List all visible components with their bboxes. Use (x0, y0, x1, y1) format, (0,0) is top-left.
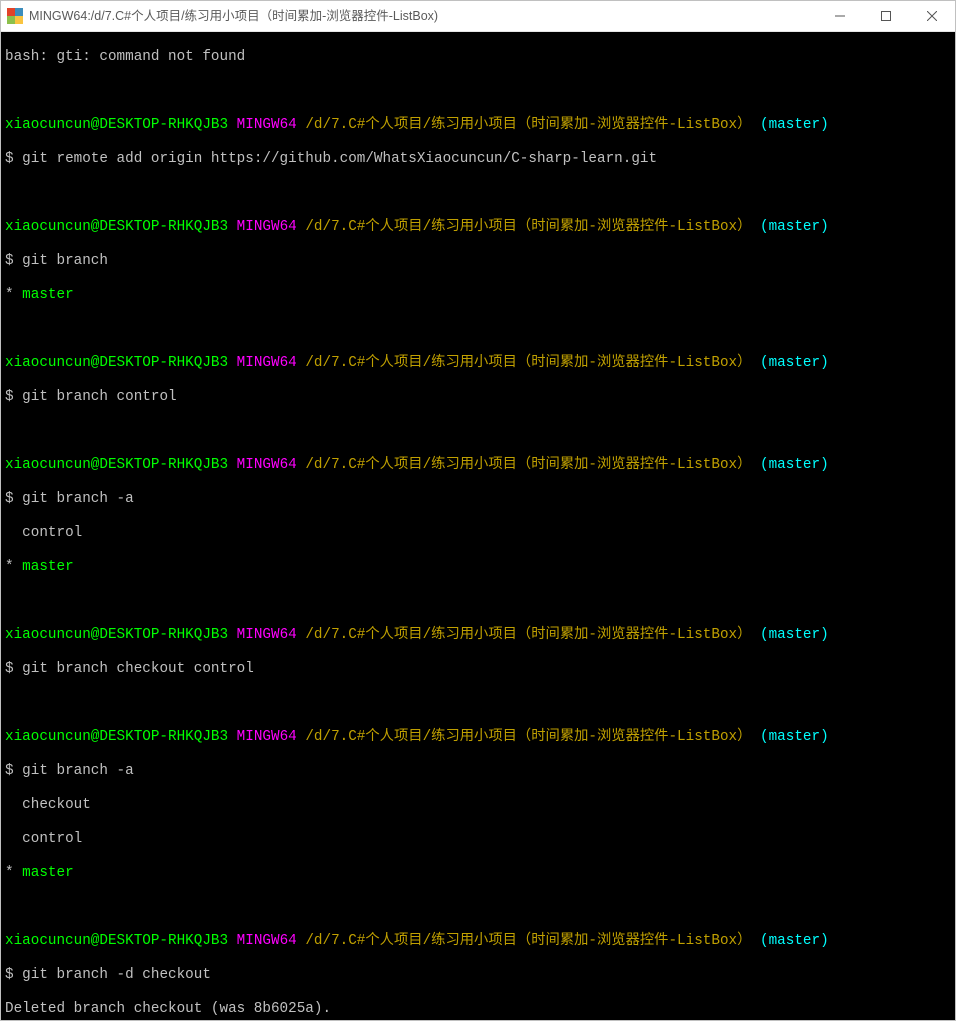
prompt-shell: MINGW64 (237, 355, 297, 371)
window-buttons (817, 1, 955, 31)
command-text: git branch -d checkout (22, 967, 211, 983)
prompt-branch: (master) (760, 219, 829, 235)
prompt-user: xiaocuncun@DESKTOP-RHKQJB3 (5, 457, 228, 473)
branch-current: master (22, 559, 73, 575)
branch-marker: * (5, 865, 22, 881)
maximize-button[interactable] (863, 1, 909, 31)
prompt-user: xiaocuncun@DESKTOP-RHKQJB3 (5, 117, 228, 133)
prompt-dollar: $ (5, 967, 22, 983)
command-text: git branch -a (22, 763, 134, 779)
prompt-shell: MINGW64 (237, 627, 297, 643)
command-text: git branch (22, 253, 108, 269)
prompt-dollar: $ (5, 763, 22, 779)
terminal-output[interactable]: bash: gti: command not found xiaocuncun@… (1, 32, 955, 1020)
command-text: git branch -a (22, 491, 134, 507)
prompt-cwd: /d/7.C#个人项目/练习用小项目（时间累加-浏览器控件-ListBox） (305, 355, 751, 371)
branch-indent (5, 525, 22, 541)
prompt-branch: (master) (760, 117, 829, 133)
close-button[interactable] (909, 1, 955, 31)
prompt-user: xiaocuncun@DESKTOP-RHKQJB3 (5, 729, 228, 745)
branch-indent (5, 797, 22, 813)
branch-name: control (22, 831, 82, 847)
prompt-shell: MINGW64 (237, 729, 297, 745)
prompt-shell: MINGW64 (237, 117, 297, 133)
prompt-cwd: /d/7.C#个人项目/练习用小项目（时间累加-浏览器控件-ListBox） (305, 219, 751, 235)
app-window: MINGW64:/d/7.C#个人项目/练习用小项目（时间累加-浏览器控件-Li… (0, 0, 956, 1021)
prompt-branch: (master) (760, 933, 829, 949)
command-text: git branch control (22, 389, 176, 405)
prompt-dollar: $ (5, 389, 22, 405)
branch-indent (5, 831, 22, 847)
app-icon (7, 8, 23, 24)
branch-name: checkout (22, 797, 91, 813)
output-text: bash: gti: command not found (5, 49, 245, 65)
prompt-user: xiaocuncun@DESKTOP-RHKQJB3 (5, 219, 228, 235)
prompt-shell: MINGW64 (237, 933, 297, 949)
prompt-branch: (master) (760, 729, 829, 745)
prompt-dollar: $ (5, 151, 22, 167)
output-text: Deleted branch checkout (was 8b6025a). (5, 1001, 331, 1017)
branch-current: master (22, 287, 73, 303)
prompt-user: xiaocuncun@DESKTOP-RHKQJB3 (5, 627, 228, 643)
prompt-dollar: $ (5, 491, 22, 507)
command-text: git branch checkout control (22, 661, 254, 677)
title-bar[interactable]: MINGW64:/d/7.C#个人项目/练习用小项目（时间累加-浏览器控件-Li… (1, 1, 955, 32)
prompt-dollar: $ (5, 253, 22, 269)
branch-marker: * (5, 559, 22, 575)
prompt-cwd: /d/7.C#个人项目/练习用小项目（时间累加-浏览器控件-ListBox） (305, 729, 751, 745)
prompt-cwd: /d/7.C#个人项目/练习用小项目（时间累加-浏览器控件-ListBox） (305, 457, 751, 473)
prompt-shell: MINGW64 (237, 457, 297, 473)
prompt-user: xiaocuncun@DESKTOP-RHKQJB3 (5, 355, 228, 371)
prompt-cwd: /d/7.C#个人项目/练习用小项目（时间累加-浏览器控件-ListBox） (305, 627, 751, 643)
prompt-cwd: /d/7.C#个人项目/练习用小项目（时间累加-浏览器控件-ListBox） (305, 933, 751, 949)
prompt-branch: (master) (760, 457, 829, 473)
prompt-dollar: $ (5, 661, 22, 677)
branch-current: master (22, 865, 73, 881)
prompt-branch: (master) (760, 627, 829, 643)
branch-marker: * (5, 287, 22, 303)
prompt-user: xiaocuncun@DESKTOP-RHKQJB3 (5, 933, 228, 949)
prompt-branch: (master) (760, 355, 829, 371)
command-text: git remote add origin https://github.com… (22, 151, 657, 167)
branch-name: control (22, 525, 82, 541)
minimize-button[interactable] (817, 1, 863, 31)
prompt-cwd: /d/7.C#个人项目/练习用小项目（时间累加-浏览器控件-ListBox） (305, 117, 751, 133)
window-title: MINGW64:/d/7.C#个人项目/练习用小项目（时间累加-浏览器控件-Li… (29, 8, 438, 25)
prompt-shell: MINGW64 (237, 219, 297, 235)
